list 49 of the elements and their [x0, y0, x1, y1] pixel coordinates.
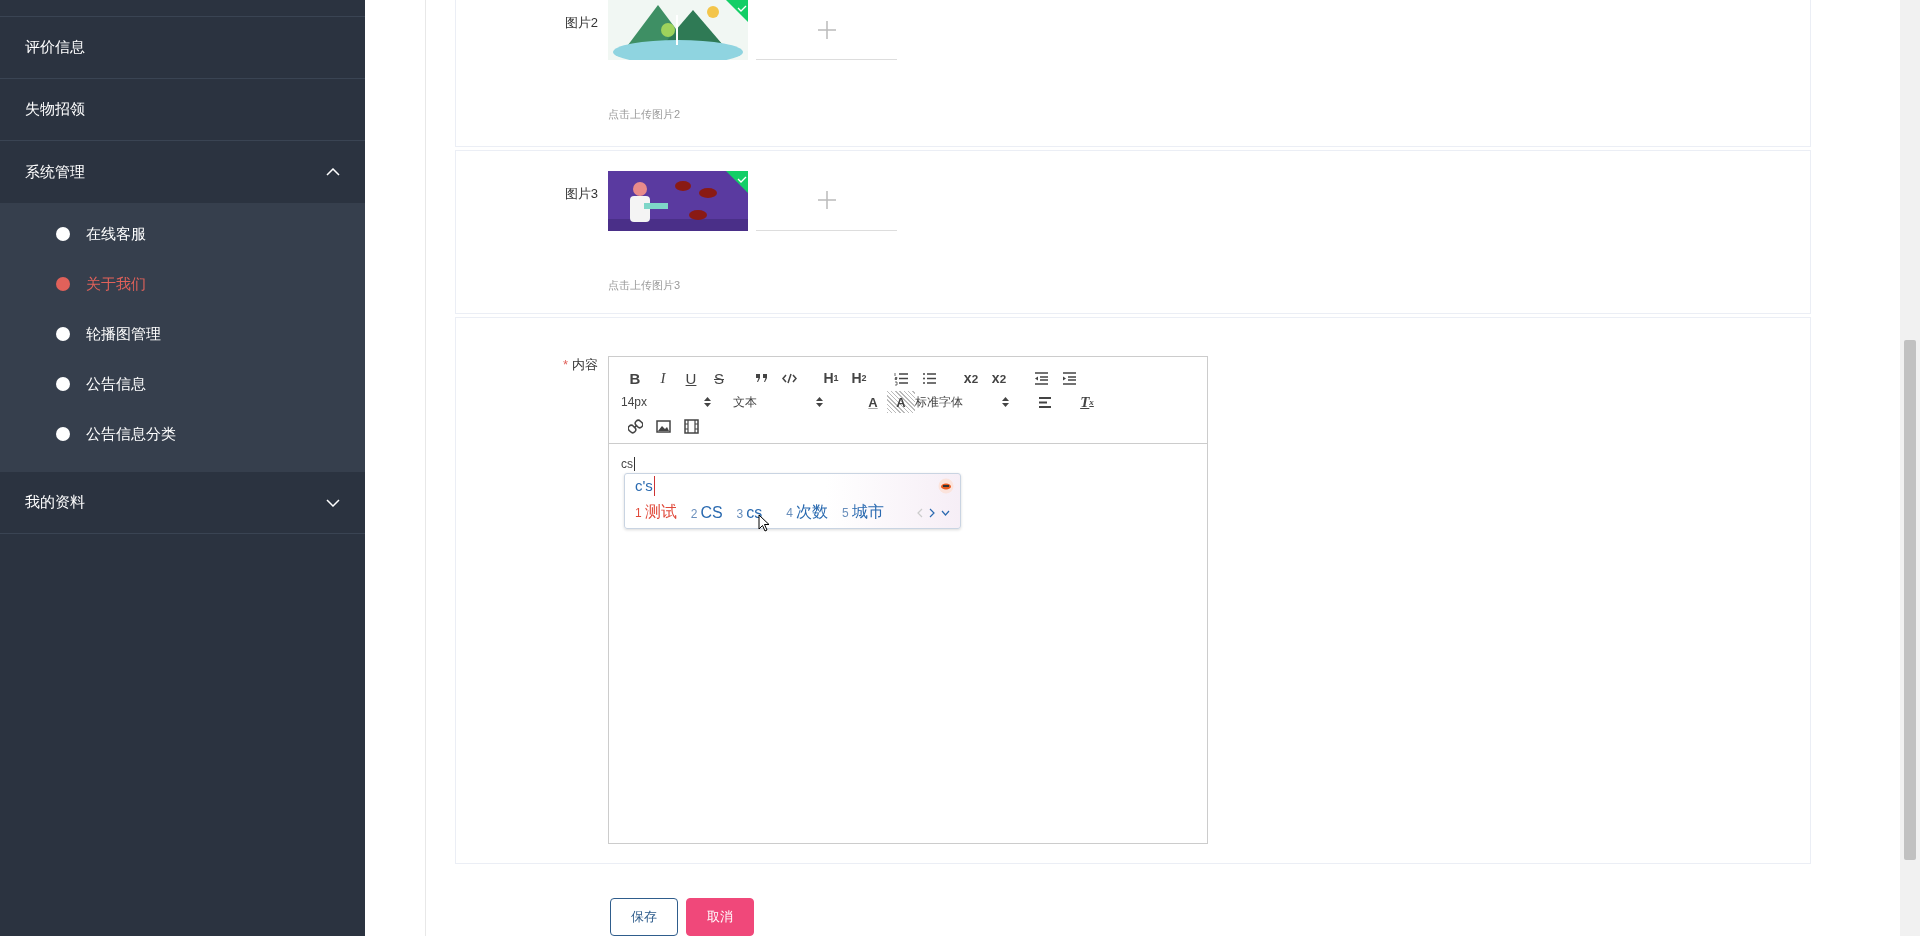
- field-label: 内容: [572, 357, 598, 373]
- numbered-list-icon: [893, 370, 909, 386]
- menu-item[interactable]: 评价信息: [0, 17, 365, 79]
- chevron-down-icon: [941, 509, 950, 516]
- submenu-item[interactable]: 公告信息: [0, 359, 365, 409]
- ime-logo-icon: [938, 478, 954, 495]
- field-label: 图片3: [564, 185, 598, 201]
- film-icon: [683, 418, 699, 434]
- strikethrough-button[interactable]: S: [705, 367, 733, 390]
- required-mark: *: [562, 357, 568, 373]
- plus-icon: [816, 19, 837, 40]
- upload-hint: 点击上传图片2: [608, 107, 682, 122]
- bullet-list-icon: [921, 370, 937, 386]
- ime-candidate[interactable]: 5 城市: [842, 502, 884, 524]
- sort-caret-icon: [1002, 397, 1009, 408]
- align-left-icon: [1037, 394, 1053, 410]
- ime-composition: c's: [635, 476, 655, 497]
- sort-caret-icon: [816, 397, 823, 408]
- chevron-left-icon: [917, 507, 923, 518]
- text-color-button[interactable]: A: [859, 391, 887, 414]
- upload-hint: 点击上传图片3: [608, 277, 682, 293]
- editor-text: cs: [621, 457, 635, 472]
- chevron-right-icon: [929, 507, 935, 518]
- indent-icon: [1061, 370, 1077, 386]
- link-icon: [627, 418, 643, 434]
- italic-button[interactable]: I: [649, 367, 677, 390]
- dropdown[interactable]: 文本: [733, 391, 823, 414]
- ime-candidate[interactable]: 1 测试: [635, 502, 677, 524]
- scrollbar-thumb[interactable]: [1904, 340, 1916, 860]
- ime-candidate[interactable]: 4 次数: [786, 502, 828, 524]
- background-color-button[interactable]: A: [887, 391, 915, 414]
- submenu-item[interactable]: 在线客服: [0, 209, 365, 259]
- save-button[interactable]: 保存: [610, 898, 678, 936]
- plus-icon: [816, 190, 837, 211]
- scrollbar[interactable]: [1900, 0, 1920, 936]
- sort-caret-icon: [704, 397, 711, 408]
- dropdown[interactable]: 14px: [621, 391, 711, 414]
- submenu-item[interactable]: 公告信息分类: [0, 409, 365, 459]
- underline-button[interactable]: U: [677, 367, 705, 390]
- dropdown[interactable]: 标准字体: [915, 391, 1009, 414]
- image-icon: [655, 418, 671, 434]
- bold-button[interactable]: B: [621, 367, 649, 390]
- ime-candidate[interactable]: 3 cs: [736, 503, 763, 522]
- menu-item[interactable]: 我的资料: [0, 472, 365, 534]
- cancel-button[interactable]: 取消: [686, 898, 754, 936]
- field-label: 图片2: [564, 15, 598, 30]
- submenu-item[interactable]: 轮播图管理: [0, 309, 365, 359]
- ime-candidate[interactable]: 2 CS: [690, 503, 723, 522]
- outdent-icon: [1033, 370, 1049, 386]
